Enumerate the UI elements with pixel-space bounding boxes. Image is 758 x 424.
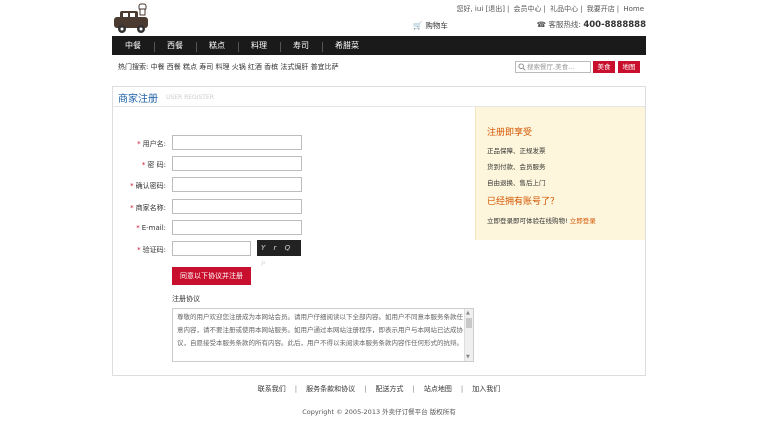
shop-name-label: * 商家名称: [130,204,166,212]
nav-item-sushi[interactable]: 寿司 [280,40,322,52]
email-field[interactable] [172,220,302,235]
shop-name-field[interactable] [172,199,302,214]
shopping-cart-icon: 🛒 [413,21,423,30]
top-links: 您好, iui [退出] | 会员中心 | 礼品中心 | 我要开店 | Home [456,5,644,13]
top-link-gift-center[interactable]: 礼品中心 [550,5,578,13]
scrollbar-thumb[interactable] [466,318,472,328]
cart-label: 购物车 [425,21,448,30]
login-link[interactable]: 立即登录 [570,217,596,225]
cart-link[interactable]: 🛒 购物车 [413,20,448,31]
top-link-home[interactable]: Home [623,5,644,13]
hotline-number: 400-8888888 [583,20,646,30]
footer-link-terms[interactable]: 服务条款和协议 [306,385,355,393]
terms-text: 尊敬的用户欢迎您注册成为本网站会员。请用户仔细阅读以下全部内容。如用户不同意本服… [177,313,463,347]
main-nav: 中餐 西餐 糕点 料理 寿司 希腊菜 [112,36,646,55]
email-label: * E-mail: [136,224,166,232]
page-subtitle: USER REGISTER [166,94,214,101]
nav-item-chinese[interactable]: 中餐 [112,40,154,51]
confirm-password-field[interactable] [172,177,302,192]
top-link-member-center[interactable]: 会员中心 [514,5,542,13]
terms-scrollbar[interactable]: ▲ ▼ [464,309,473,361]
register-submit-button[interactable]: 同意以下协议并注册 [172,267,251,285]
nav-item-greek[interactable]: 希腊菜 [322,40,372,52]
footer-links: 联系我们 | 服务条款和协议 | 配送方式 | 站点地图 | 加入我们 [257,385,501,393]
hot-search-keywords[interactable]: 热门搜索: 中餐 西餐 糕点 寿司 料理 火锅 红酒 香槟 法式焗肝 普宜比萨 [118,62,339,72]
search-input[interactable]: 搜索餐厅,美食... [515,61,591,73]
password-label: * 密 码: [141,161,166,169]
top-link-open-shop[interactable]: 我要开店 [587,5,615,13]
benefit-item: 正品保障、正规发票 [487,147,546,155]
login-prompt-text: 立即登录即可体验在线购物! [487,217,568,225]
scroll-up-icon[interactable]: ▲ [466,310,470,316]
copyright: Copyright © 2005-2013 外卖仔订餐平台 版权所有 [302,408,456,416]
password-field[interactable] [172,156,302,171]
footer-link-sitemap[interactable]: 站点地图 [424,385,452,393]
phone-icon: ☎ [536,20,547,29]
have-account-heading: 已经拥有账号了？ [487,197,560,207]
confirm-password-label: * 确认密码: [130,182,166,190]
footer-link-contact[interactable]: 联系我们 [258,385,286,393]
username-field[interactable] [172,135,302,150]
terms-title: 注册协议 [172,295,200,303]
nav-item-cuisine[interactable]: 料理 [238,40,280,52]
terms-textarea[interactable]: 尊敬的用户欢迎您注册成为本网站会员。请用户仔细阅读以下全部内容。如用户不同意本服… [172,308,474,362]
benefit-item: 自由退换、售后上门 [487,179,546,187]
captcha-field[interactable] [172,241,251,256]
captcha-label: * 验证码: [137,246,166,254]
page-title: 商家注册 [118,94,158,105]
username-label: * 用户名: [137,140,166,148]
footer-link-join[interactable]: 加入我们 [472,385,500,393]
footer-link-delivery[interactable]: 配送方式 [376,385,404,393]
nav-item-western[interactable]: 西餐 [154,40,196,52]
login-prompt: 立即登录即可体验在线购物! 立即登录 [487,215,596,225]
search-icon [518,63,526,71]
top-link-greeting[interactable]: 您好, iui [退出] [456,5,504,13]
nav-item-pastry[interactable]: 糕点 [196,40,238,52]
chef-car-logo[interactable] [112,3,152,35]
hotline: ☎ 客服热线: 400-8888888 [537,19,646,30]
hotline-label: 客服热线: [548,20,581,29]
captcha-image[interactable]: Y r Q P [257,240,301,268]
benefits-heading: 注册即享受 [487,128,533,138]
search-map-button[interactable]: 地图 [618,61,640,73]
search-food-button[interactable]: 美食 [593,61,615,73]
search-placeholder: 搜索餐厅,美食... [527,63,575,71]
benefit-item: 货到付款、会员服务 [487,163,546,171]
scroll-down-icon[interactable]: ▼ [466,354,470,360]
